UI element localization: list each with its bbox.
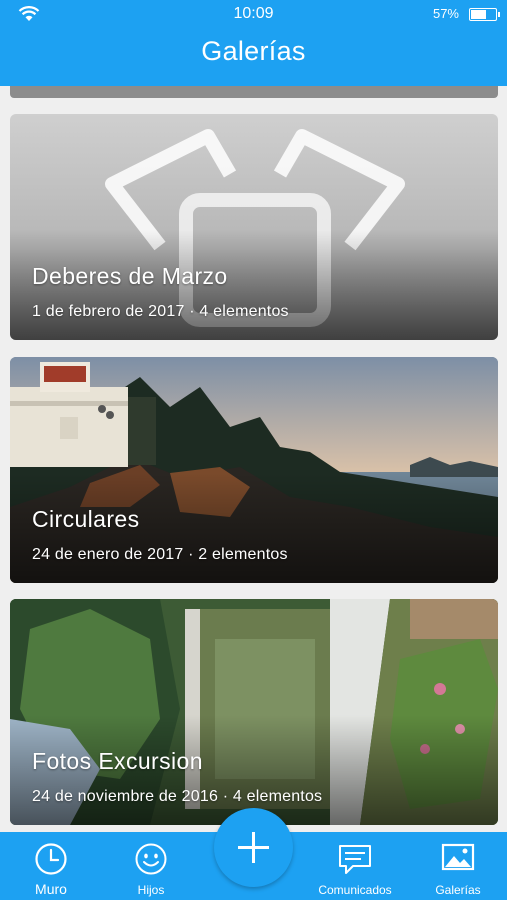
gallery-meta: 24 de noviembre de 2016 · 4 elementos <box>32 788 323 805</box>
gallery-card[interactable]: Deberes de Marzo 1 de febrero de 2017 · … <box>10 114 498 340</box>
header-bar: 10:09 57% Galerías <box>0 0 507 86</box>
gallery-card[interactable]: Circulares 24 de enero de 2017 · 2 eleme… <box>10 357 498 583</box>
battery-percent: 57% <box>432 6 459 21</box>
nav-comunicados[interactable]: Comunicados <box>310 832 400 900</box>
smiley-icon <box>135 843 167 875</box>
add-button[interactable] <box>214 808 293 887</box>
gallery-title: Circulares <box>32 506 140 532</box>
gallery-list[interactable]: Deberes de Marzo 1 de febrero de 2017 · … <box>0 86 507 832</box>
status-time: 10:09 <box>233 5 274 22</box>
status-bar: 10:09 57% <box>0 0 507 28</box>
gallery-title: Deberes de Marzo <box>32 263 228 289</box>
chat-bubble-icon <box>339 845 371 874</box>
nav-hijos[interactable]: Hijos <box>106 832 196 900</box>
gallery-meta: 24 de enero de 2017 · 2 elementos <box>32 546 288 563</box>
gallery-card[interactable]: Fotos Excursion 24 de noviembre de 2016 … <box>10 599 498 825</box>
nav-galerias-label: Galerías <box>435 883 481 897</box>
nav-comunicados-label: Comunicados <box>318 883 392 897</box>
page-title: Galerías <box>201 36 306 66</box>
nav-muro[interactable]: Muro <box>6 832 96 900</box>
clock-icon <box>35 843 67 875</box>
image-icon <box>441 843 475 871</box>
nav-hijos-label: Hijos <box>137 883 165 897</box>
nav-galerias[interactable]: Galerías <box>413 832 503 900</box>
gallery-card-partial[interactable] <box>10 86 498 98</box>
nav-muro-label: Muro <box>35 881 67 897</box>
gallery-title: Fotos Excursion <box>32 748 203 774</box>
battery-icon <box>469 8 500 21</box>
gallery-meta: 1 de febrero de 2017 · 4 elementos <box>32 303 289 320</box>
